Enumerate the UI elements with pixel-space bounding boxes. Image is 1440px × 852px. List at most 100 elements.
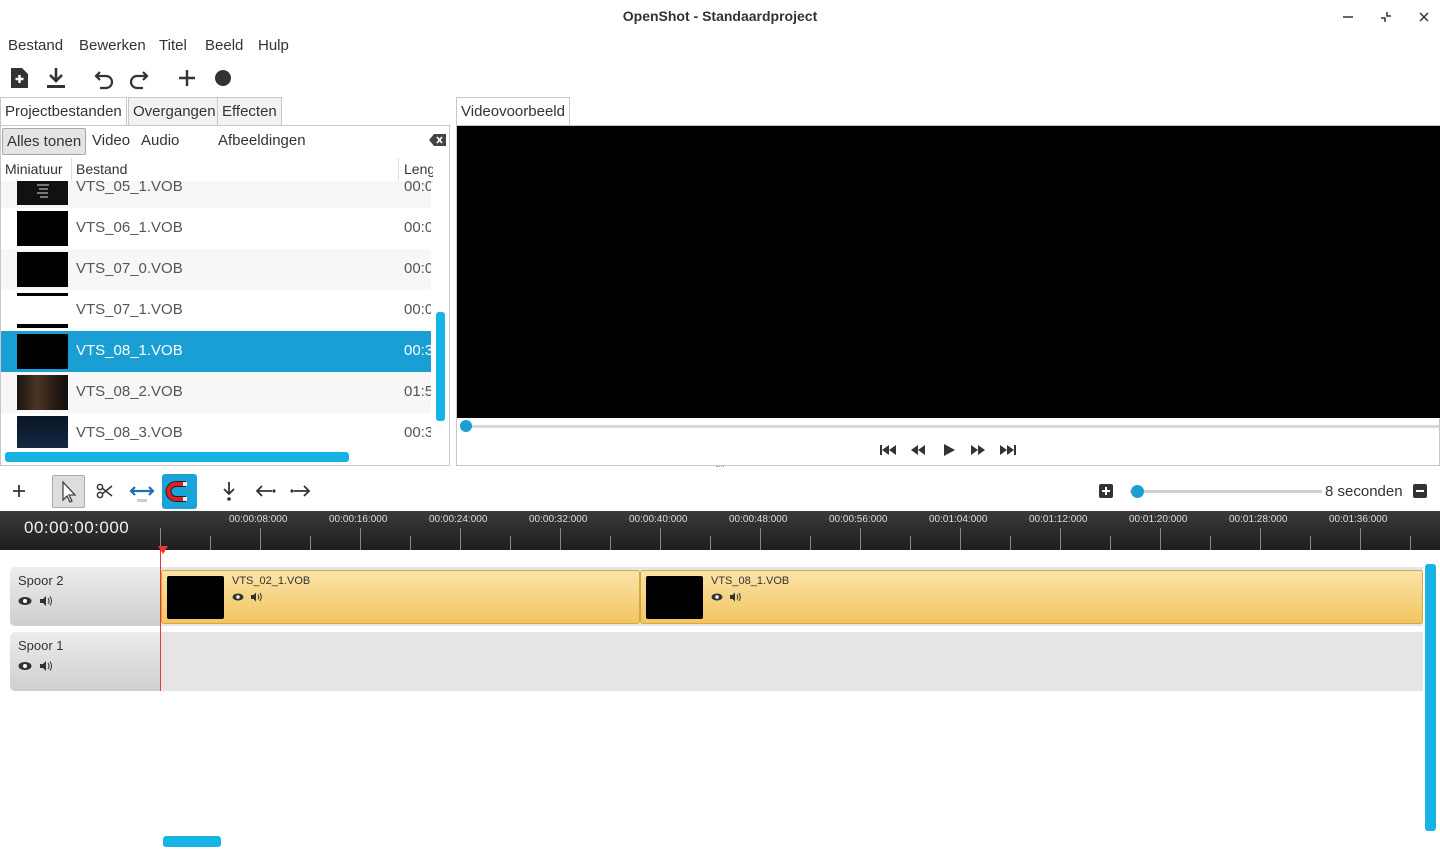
- timeline-vertical-scrollbar[interactable]: [1425, 564, 1436, 831]
- preview-seek-slider[interactable]: [463, 425, 1439, 428]
- file-thumbnail: [17, 293, 68, 328]
- clip-title: VTS_02_1.VOB: [232, 575, 311, 587]
- import-files-icon[interactable]: [175, 66, 199, 90]
- razor-icon[interactable]: [92, 478, 118, 504]
- add-marker-icon[interactable]: [216, 478, 242, 504]
- eye-icon: [18, 596, 52, 606]
- menu-bewerken[interactable]: Bewerken: [79, 37, 146, 54]
- track-header[interactable]: Spoor 1: [10, 632, 162, 691]
- record-icon[interactable]: [211, 66, 235, 90]
- ruler-label: 00:01:12:000: [1029, 514, 1088, 525]
- column-thumbnail[interactable]: Miniatuur: [5, 161, 63, 177]
- new-file-icon[interactable]: [8, 66, 32, 90]
- list-item[interactable]: VTS_07_1.VOB 00:0: [1, 290, 431, 331]
- tab-overgangen[interactable]: Overgangen: [128, 97, 221, 125]
- file-length: 00:3: [404, 342, 431, 359]
- ruler-tick: [810, 536, 811, 550]
- ruler-tick: [1160, 528, 1161, 550]
- tab-effecten[interactable]: Effecten: [217, 97, 282, 125]
- snapping-toggle-button[interactable]: [162, 474, 197, 509]
- ruler-tick: [1110, 536, 1111, 550]
- file-length: 00:3: [404, 424, 431, 441]
- filter-show-all-button[interactable]: Alles tonen: [2, 128, 87, 155]
- play-icon[interactable]: [939, 442, 959, 458]
- list-item[interactable]: VTS_06_1.VOB 00:0: [1, 208, 431, 249]
- add-track-icon[interactable]: [6, 478, 32, 504]
- ruler-tick: [310, 536, 311, 550]
- track-body[interactable]: [161, 632, 1423, 691]
- save-icon[interactable]: [44, 66, 68, 90]
- next-marker-icon[interactable]: [288, 478, 314, 504]
- undo-icon[interactable]: [92, 66, 116, 90]
- ruler-label: 00:00:48:000: [729, 514, 788, 525]
- minimize-icon[interactable]: [1337, 6, 1359, 28]
- column-file[interactable]: Bestand: [76, 161, 127, 177]
- previous-marker-icon[interactable]: [252, 478, 278, 504]
- file-name: VTS_07_1.VOB: [76, 301, 183, 318]
- clip-thumbnail: [167, 576, 224, 619]
- files-container: Alles tonen Video Audio Afbeeldingen Min…: [0, 125, 450, 466]
- menu-hulp[interactable]: Hulp: [258, 37, 289, 54]
- clear-search-icon[interactable]: [429, 133, 447, 147]
- filter-audio-button[interactable]: Audio: [137, 128, 183, 155]
- playhead-marker[interactable]: [158, 546, 168, 554]
- file-thumbnail: [17, 252, 68, 287]
- file-thumbnail: [17, 334, 68, 369]
- file-name: VTS_07_0.VOB: [76, 260, 183, 277]
- filter-video-button[interactable]: Video: [88, 128, 134, 155]
- track-header[interactable]: Spoor 2: [10, 567, 162, 626]
- ruler-tick: [1310, 536, 1311, 550]
- splitter-handle[interactable]: [716, 466, 724, 470]
- arrange-resize-icon[interactable]: [128, 478, 155, 504]
- playhead-line[interactable]: [160, 546, 161, 691]
- jump-end-icon[interactable]: [998, 442, 1018, 458]
- preview-seek-handle[interactable]: [460, 420, 472, 432]
- clip-icons: [711, 590, 745, 604]
- ruler-tick: [760, 528, 761, 550]
- list-item[interactable]: VTS_07_0.VOB 00:0: [1, 249, 431, 290]
- zoom-slider[interactable]: [1130, 490, 1322, 493]
- ruler-tick: [1210, 536, 1211, 550]
- file-thumbnail: [17, 211, 68, 246]
- track-name: Spoor 2: [18, 573, 64, 588]
- ruler-label: 00:00:40:000: [629, 514, 688, 525]
- ruler-tick: [1260, 528, 1261, 550]
- timeline-horizontal-scrollbar[interactable]: [163, 836, 221, 847]
- fast-forward-icon[interactable]: [968, 442, 988, 458]
- ruler-tick: [710, 536, 711, 550]
- timeline-clip[interactable]: VTS_02_1.VOB: [161, 570, 640, 624]
- menu-bestand[interactable]: Bestand: [8, 37, 63, 54]
- file-name: VTS_08_2.VOB: [76, 383, 183, 400]
- zoom-in-icon[interactable]: [1098, 483, 1114, 499]
- menu-titel[interactable]: Titel: [159, 37, 187, 54]
- zoom-out-icon[interactable]: [1412, 483, 1428, 499]
- restore-icon[interactable]: [1375, 6, 1397, 28]
- list-item[interactable]: VTS_05_1.VOB 00:0: [1, 181, 431, 208]
- file-list: VTS_05_1.VOB 00:0 VTS_06_1.VOB 00:0 VTS_…: [1, 181, 431, 448]
- clip-icons: [232, 590, 266, 604]
- list-item[interactable]: VTS_08_1.VOB 00:3: [1, 331, 431, 372]
- redo-icon[interactable]: [127, 66, 151, 90]
- rewind-icon[interactable]: [908, 442, 928, 458]
- search-input[interactable]: [285, 130, 425, 154]
- ruler-label: 00:00:56:000: [829, 514, 888, 525]
- jump-start-icon[interactable]: [878, 442, 898, 458]
- list-item[interactable]: VTS_08_2.VOB 01:5: [1, 372, 431, 413]
- tab-projectbestanden[interactable]: Projectbestanden: [0, 97, 127, 125]
- ruler-tick: [1060, 528, 1061, 550]
- list-item[interactable]: VTS_08_3.VOB 00:3: [1, 413, 431, 448]
- tab-videovoorbeeld[interactable]: Videovoorbeeld: [456, 97, 570, 125]
- file-list-horizontal-scrollbar[interactable]: [5, 452, 349, 462]
- zoom-slider-handle[interactable]: [1131, 485, 1144, 498]
- window-title: OpenShot - Standaardproject: [622, 8, 818, 24]
- column-length[interactable]: Lengte: [404, 161, 433, 177]
- timeline-ruler[interactable]: 00:00:00:000 00:00:08:000 00:00:16:000 0…: [0, 511, 1440, 550]
- menu-beeld[interactable]: Beeld: [205, 37, 243, 54]
- close-icon[interactable]: [1413, 6, 1435, 28]
- video-screen: [457, 126, 1440, 418]
- file-list-vertical-scrollbar[interactable]: [436, 312, 445, 421]
- ruler-tick: [260, 528, 261, 550]
- select-tool-button[interactable]: [52, 475, 85, 508]
- timeline-clip[interactable]: VTS_08_1.VOB: [640, 570, 1423, 624]
- file-length: 00:0: [404, 219, 431, 236]
